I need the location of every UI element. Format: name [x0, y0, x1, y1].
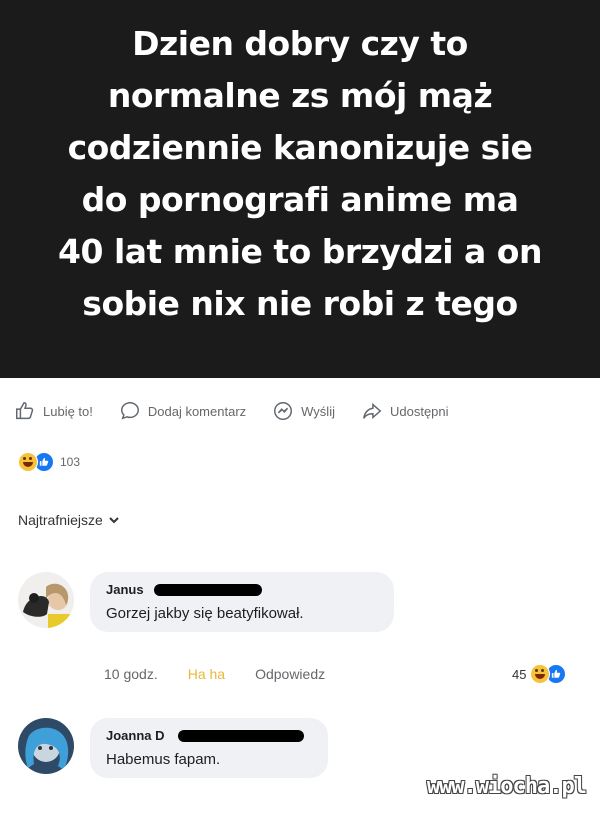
comment-text: Habemus fapam.	[106, 751, 221, 768]
haha-icon	[18, 452, 38, 472]
comment-sort-dropdown[interactable]: Najtrafniejsze	[18, 512, 119, 528]
chevron-down-icon	[109, 517, 119, 524]
avatar[interactable]	[18, 572, 74, 628]
reply-link[interactable]: Odpowiedz	[255, 666, 325, 682]
action-bar: Lubię to! Dodaj komentarz Wyślij Udostęp…	[14, 398, 600, 424]
comment-reaction-count[interactable]: 45	[512, 664, 567, 684]
comment-bubble: Joanna D Habemus fapam.	[90, 718, 328, 778]
comment-item: Janus Gorzej jakby się beatyfikował. 10 …	[18, 572, 600, 692]
send-button[interactable]: Wyślij	[272, 400, 335, 422]
send-label: Wyślij	[301, 403, 335, 419]
like-label: Lubię to!	[43, 403, 93, 419]
comment-author[interactable]: Janus	[106, 582, 378, 597]
comment-label: Dodaj komentarz	[147, 403, 247, 419]
redaction-scribble	[178, 730, 304, 742]
reactions-summary[interactable]: 103	[18, 452, 80, 472]
share-button[interactable]: Udostępni	[361, 400, 449, 422]
post-line: do pornografi anime ma	[81, 180, 519, 219]
reaction-icons	[18, 452, 54, 472]
comment-button[interactable]: Dodaj komentarz	[119, 400, 246, 422]
post-text: Dzien dobry czy to normalne zs mój mąż c…	[10, 18, 590, 330]
watermark: www.wiocha.pl	[426, 774, 587, 799]
share-icon	[363, 402, 382, 420]
messenger-icon	[274, 402, 293, 420]
avatar[interactable]	[18, 718, 74, 774]
react-haha-link[interactable]: Ha ha	[188, 666, 225, 682]
comment-text: Gorzej jakby się beatyfikował.	[106, 605, 304, 622]
haha-icon	[530, 664, 551, 684]
comment-time[interactable]: 10 godz.	[104, 666, 158, 682]
post-line: sobie nix nie robi z tego	[82, 284, 518, 323]
reaction-count: 103	[60, 455, 81, 469]
share-label: Udostępni	[389, 403, 449, 419]
comment-bubble: Janus Gorzej jakby się beatyfikował.	[90, 572, 394, 632]
like-button[interactable]: Lubię to!	[14, 400, 93, 422]
post-line: Dzien dobry czy to	[132, 24, 468, 63]
redaction-scribble	[154, 584, 262, 596]
comment-icon	[120, 402, 139, 420]
thumbs-up-icon	[16, 402, 34, 420]
comment-author[interactable]: Joanna D	[106, 728, 312, 743]
post-line: codziennie kanonizuje sie	[67, 128, 533, 167]
sort-label: Najtrafniejsze	[18, 512, 103, 528]
post-line: 40 lat mnie to brzydzi a on	[58, 232, 542, 271]
comment-meta: 10 godz. Ha ha Odpowiedz	[104, 666, 355, 682]
post-image: Dzien dobry czy to normalne zs mój mąż c…	[0, 0, 600, 378]
post-line: normalne zs mój mąż	[107, 76, 493, 115]
